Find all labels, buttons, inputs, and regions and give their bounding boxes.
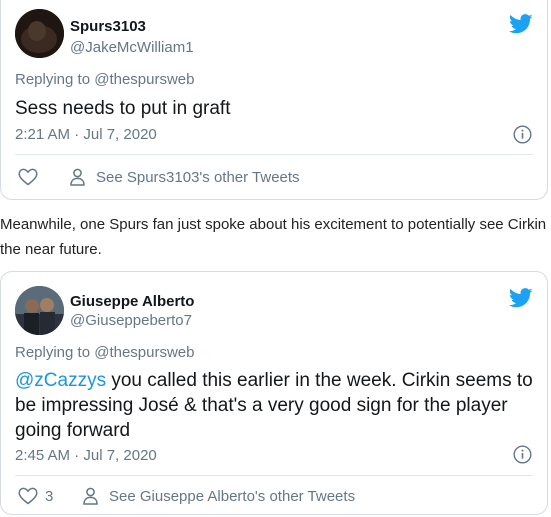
tweet-card-spurs3103: Spurs3103 @JakeMcWilliam1 Replying to @t… (0, 0, 548, 200)
divider (15, 154, 533, 155)
tweet-text-line: @zCazzys you called this earlier in the … (15, 368, 533, 393)
tweet-card-giuseppe-alberto: Giuseppe Alberto @Giuseppeberto7 Replyin… (0, 271, 548, 515)
divider (15, 475, 533, 476)
see-other-tweets-link[interactable]: See Spurs3103's other Tweets (96, 169, 300, 186)
avatar[interactable] (15, 286, 64, 335)
replying-to: Replying to @thespursweb (15, 344, 195, 361)
mention-link[interactable]: @zCazzys (15, 370, 106, 391)
article-line: Meanwhile, one Spurs fan just spoke abou… (0, 216, 551, 233)
heart-icon[interactable] (18, 168, 38, 186)
tweet-timestamp[interactable]: 2:45 AM · Jul 7, 2020 (15, 447, 157, 464)
tweet-text: @zCazzys you called this earlier in the … (15, 368, 533, 443)
tweet-text-segment: you called this earlier in the week. Cir… (106, 370, 533, 391)
twitter-bird-icon[interactable] (509, 288, 533, 308)
page: Spurs3103 @JakeMcWilliam1 Replying to @t… (0, 0, 551, 517)
replying-to-handle-link[interactable]: @thespursweb (94, 344, 194, 361)
tweet-text: Sess needs to put in graft (15, 98, 231, 119)
article-line: the near future. (0, 241, 102, 258)
tweet-text-line: going forward (15, 420, 131, 441)
info-icon[interactable] (513, 445, 532, 464)
replying-to: Replying to @thespursweb (15, 71, 195, 88)
tweet-timestamp[interactable]: 2:21 AM · Jul 7, 2020 (15, 126, 157, 143)
see-other-tweets-link[interactable]: See Giuseppe Alberto's other Tweets (109, 488, 355, 505)
info-icon[interactable] (513, 125, 532, 144)
author-name[interactable]: Spurs3103 (70, 18, 146, 35)
article-paragraph: Meanwhile, one Spurs fan just spoke abou… (0, 212, 551, 262)
replying-to-label: Replying to (15, 71, 95, 88)
heart-icon[interactable] (18, 487, 38, 505)
replying-to-label: Replying to (15, 344, 95, 361)
avatar[interactable] (15, 9, 64, 58)
author-name[interactable]: Giuseppe Alberto (70, 293, 194, 310)
tweet-text-line: be impressing José & that's a very good … (15, 395, 508, 416)
author-handle[interactable]: @JakeMcWilliam1 (70, 39, 194, 56)
author-handle[interactable]: @Giuseppeberto7 (70, 312, 192, 329)
person-icon (83, 487, 98, 505)
like-count: 3 (45, 488, 54, 505)
twitter-bird-icon[interactable] (509, 14, 533, 34)
person-icon (70, 168, 85, 186)
replying-to-handle-link[interactable]: @thespursweb (94, 71, 194, 88)
